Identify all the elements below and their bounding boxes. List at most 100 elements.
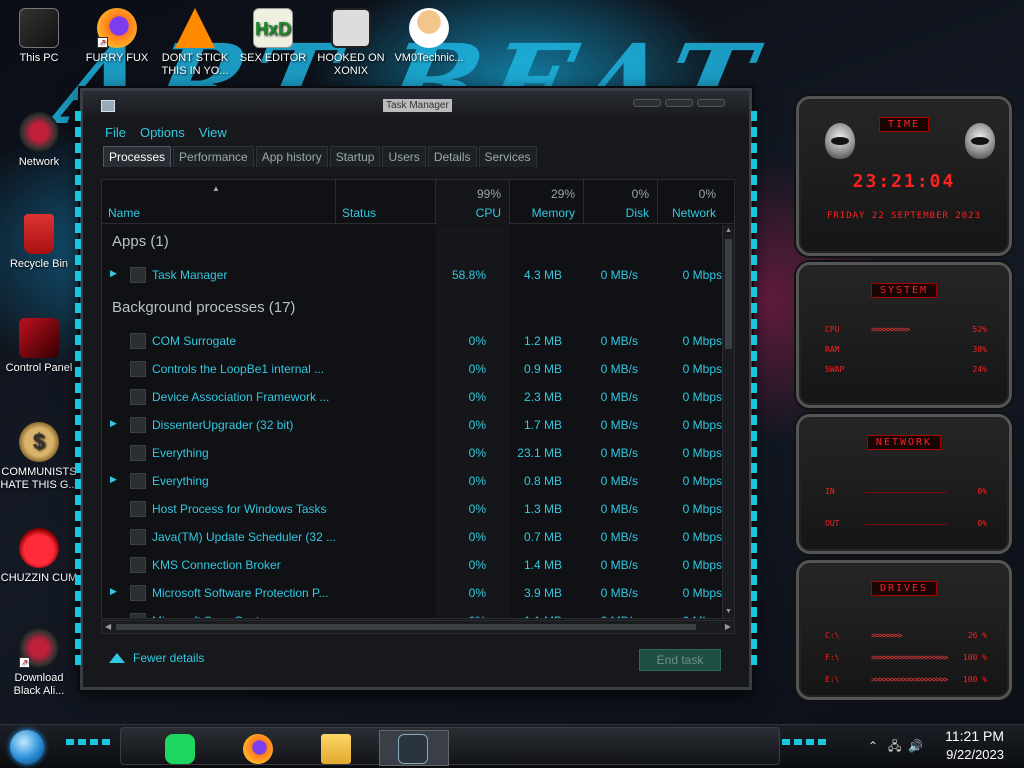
desktop-icon-network[interactable]: Network — [0, 112, 78, 169]
scroll-up-arrow-icon[interactable]: ▲ — [725, 227, 733, 235]
stat-value: 100 % — [962, 675, 987, 684]
stat-label: SWAP — [825, 365, 845, 374]
spotify-taskbar-icon[interactable] — [165, 734, 195, 764]
process-memory: 0.7 MB — [523, 530, 562, 544]
tab-processes[interactable]: Processes — [103, 146, 172, 167]
widget-title: DRIVES — [870, 581, 938, 596]
stat-label: OUT — [825, 519, 840, 528]
stat-bar: >>>>>>>>>>>>>>>>>>>> — [871, 653, 948, 662]
table-row[interactable]: Controls the LoopBe1 internal ... 0% 0.9 M… — [102, 355, 722, 383]
column-name[interactable]: ▲ Name — [102, 180, 336, 224]
minimize-button[interactable] — [633, 99, 661, 107]
network-tray-icon[interactable]: 🖧 — [888, 740, 902, 752]
process-icon — [130, 417, 146, 433]
table-row[interactable]: KMS Connection Broker 0% 1.4 MB 0 MB/s 0 Mbp… — [102, 551, 722, 579]
tab-app-history[interactable]: App history — [255, 146, 328, 167]
desktop-icon-chuzzin[interactable]: CHUZZIN CUM — [0, 528, 78, 585]
title-bar[interactable]: Task Manager — [83, 91, 749, 121]
tab-services[interactable]: Services — [478, 146, 537, 167]
window-title: Task Manager — [383, 99, 452, 112]
column-disk[interactable]: 0% Disk — [584, 180, 658, 224]
tab-details[interactable]: Details — [427, 146, 477, 167]
table-row[interactable]: Microsoft Sync Center 0% 1.1 MB 0 MB/s 0 Mbp… — [102, 607, 722, 618]
desktop-icon-hooked-on-xonix[interactable]: HOOKED ON XONIX — [312, 8, 390, 78]
vertical-scrollbar[interactable]: ▲ ▼ — [722, 225, 734, 618]
close-button[interactable] — [697, 99, 725, 107]
menu-view[interactable]: View — [199, 125, 227, 140]
up-arrow-icon — [109, 653, 125, 663]
process-icon — [130, 501, 146, 517]
process-table: ▲ Name Status 99% CPU 29% Memory 0% Disk… — [101, 179, 735, 619]
desktop-icon-recycle-bin[interactable]: Recycle Bin — [0, 214, 78, 271]
scroll-thumb[interactable] — [725, 239, 732, 349]
hscroll-thumb[interactable] — [116, 624, 696, 630]
process-disk: 0 MB/s — [600, 390, 638, 404]
memory-total-percent: 29% — [550, 187, 575, 201]
tab-performance[interactable]: Performance — [173, 146, 254, 167]
task-manager-app-icon — [101, 100, 115, 112]
scroll-right-arrow-icon[interactable]: ▶ — [725, 622, 731, 631]
file-explorer-taskbar-icon[interactable] — [321, 734, 351, 764]
desktop-icon-this-pc[interactable]: This PC — [0, 8, 78, 65]
table-row[interactable]: ▶ Task Manager 58.8% 4.3 MB 0 MB/s 0 Mbps — [102, 261, 722, 289]
table-row[interactable]: Host Process for Windows Tasks 0% 1.3 MB 0 … — [102, 495, 722, 523]
menu-options[interactable]: Options — [140, 125, 185, 140]
tray-overflow-chevron-icon[interactable]: ⌃ — [868, 740, 882, 752]
column-headers: ▲ Name Status 99% CPU 29% Memory 0% Disk… — [102, 180, 734, 224]
desktop-icon-control-panel[interactable]: Control Panel — [0, 318, 78, 375]
desktop-icon-sex-editor[interactable]: HxD SEX EDITOR — [234, 8, 312, 65]
expand-arrow-icon[interactable]: ▶ — [110, 419, 118, 428]
firefox-taskbar-icon[interactable] — [243, 734, 273, 764]
process-icon — [130, 473, 146, 489]
process-network: 0 Mbps — [682, 530, 722, 544]
technician-person-icon — [409, 8, 449, 48]
desktop-icon-dont-stick[interactable]: DONT STICK THIS IN YO... — [156, 8, 234, 78]
desktop-icon-furry-fux[interactable]: ↗ FURRY FUX — [78, 8, 156, 65]
table-row[interactable]: ▶ Microsoft Software Protection P... 0% 3.9… — [102, 579, 722, 607]
menu-file[interactable]: File — [105, 125, 126, 140]
expand-arrow-icon[interactable]: ▶ — [110, 587, 118, 596]
column-status[interactable]: Status — [336, 180, 436, 224]
desktop-icon-download-black-alien[interactable]: ↗ Download Black Ali... — [0, 628, 78, 698]
tab-startup[interactable]: Startup — [329, 146, 381, 167]
horizontal-scrollbar[interactable]: ◀ ▶ — [101, 620, 735, 634]
table-row[interactable]: Device Association Framework ... 0% 2.3 MB… — [102, 383, 722, 411]
stat-line — [865, 524, 947, 525]
end-task-button[interactable]: End task — [639, 649, 721, 671]
table-row[interactable]: Java(TM) Update Scheduler (32 ... 0% 0.7 M… — [102, 523, 722, 551]
process-name: KMS Connection Broker — [152, 558, 281, 572]
process-memory: 23.1 MB — [517, 446, 562, 460]
maximize-button[interactable] — [665, 99, 693, 107]
start-button[interactable] — [10, 730, 44, 764]
desktop-icon-label: FURRY FUX — [85, 52, 149, 64]
stat-label: RAM — [825, 345, 840, 354]
process-memory: 1.7 MB — [523, 418, 562, 432]
clock-date[interactable]: 9/22/2023 — [946, 747, 1004, 762]
desktop-icon-communists[interactable]: $ COMMUNISTS HATE THIS G... — [0, 422, 78, 492]
column-memory[interactable]: 29% Memory — [510, 180, 584, 224]
table-row[interactable]: ▶ Everything 0% 0.8 MB 0 MB/s 0 Mbps — [102, 467, 722, 495]
scroll-left-arrow-icon[interactable]: ◀ — [105, 622, 111, 631]
table-row[interactable]: ▶ DissenterUpgrader (32 bit) 0% 1.7 MB 0 MB/… — [102, 411, 722, 439]
table-row[interactable]: Everything 0% 23.1 MB 0 MB/s 0 Mbps — [102, 439, 722, 467]
clock-time[interactable]: 11:21 PM — [945, 728, 1004, 744]
desktop-icon-label: Control Panel — [5, 362, 73, 374]
taskbar: ⌃ 🖧 🔊 11:21 PM 9/22/2023 — [0, 724, 1024, 768]
xonix-game-icon — [331, 8, 371, 48]
process-disk: 0 MB/s — [601, 614, 638, 618]
process-icon — [130, 389, 146, 405]
volume-icon[interactable]: 🔊 — [908, 740, 923, 752]
process-name: Host Process for Windows Tasks — [152, 502, 327, 516]
task-manager-taskbar-button[interactable] — [379, 730, 449, 766]
expand-arrow-icon[interactable]: ▶ — [110, 269, 118, 278]
column-network[interactable]: 0% Network — [658, 180, 724, 224]
expand-arrow-icon[interactable]: ▶ — [110, 475, 118, 484]
tab-users[interactable]: Users — [382, 146, 426, 167]
table-row[interactable]: COM Surrogate 0% 1.2 MB 0 MB/s 0 Mbps — [102, 327, 722, 355]
desktop-icon-vm0technic[interactable]: VM0Technic... — [390, 8, 468, 65]
taskbar-decoration — [66, 739, 114, 745]
column-cpu[interactable]: 99% CPU — [436, 180, 510, 224]
fewer-details-link[interactable]: Fewer details — [109, 651, 204, 665]
process-cpu: 0% — [468, 474, 486, 488]
scroll-down-arrow-icon[interactable]: ▼ — [725, 608, 733, 616]
